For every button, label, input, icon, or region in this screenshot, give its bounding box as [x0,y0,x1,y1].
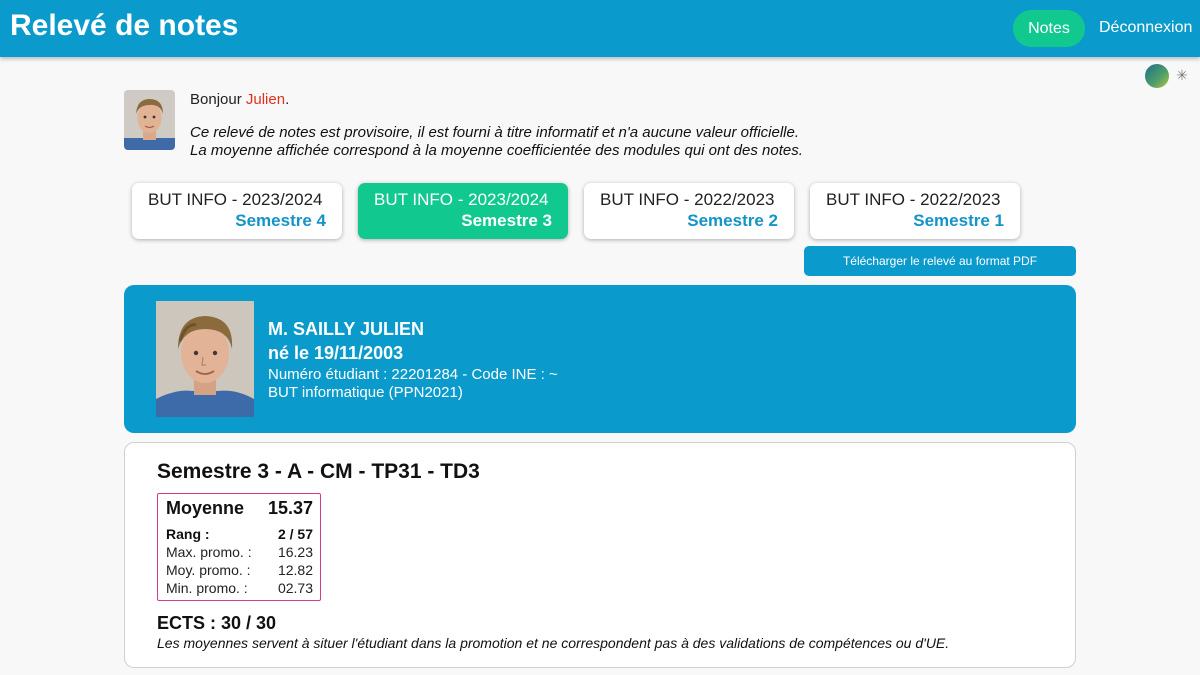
semester-tab-s4[interactable]: BUT INFO - 2023/2024 Semestre 4 [132,183,342,239]
student-identity-card: M. SAILLY JULIEN né le 19/11/2003 Numéro… [124,285,1076,433]
semester-tab-s2[interactable]: BUT INFO - 2022/2023 Semestre 2 [584,183,794,239]
student-program: BUT informatique (PPN2021) [268,384,463,401]
tab-formation: BUT INFO - 2022/2023 [826,190,1001,209]
student-photo [156,301,254,417]
top-bar: Relevé de notes Notes Déconnexion [0,0,1200,57]
rank-label: Rang : [166,526,210,542]
theme-toggle[interactable]: ✳ [1143,64,1193,88]
greeting-suffix: . [285,91,290,108]
disclaimer-line: La moyenne affichée correspond à la moye… [190,142,803,159]
student-numbers: Numéro étudiant : 22201284 - Code INE : … [268,366,558,383]
min-promo-value: 02.73 [277,580,313,596]
nav-notes-button[interactable]: Notes [1013,10,1085,47]
avatar [124,90,175,150]
average-label: Moyenne [166,498,245,518]
averages-note: Les moyennes servent à situer l'étudiant… [157,635,950,651]
tab-formation: BUT INFO - 2023/2024 [374,190,549,209]
min-promo-label: Min. promo. : [166,580,248,596]
min-promo-row: Min. promo. : 02.73 [166,579,313,597]
max-promo-value: 16.23 [277,544,313,560]
nav-logout-link[interactable]: Déconnexion [1099,19,1192,37]
app-title: Relevé de notes [10,9,239,42]
avg-promo-value: 12.82 [277,562,313,578]
student-birthdate: né le 19/11/2003 [268,343,404,363]
student-name: M. SAILLY JULIEN [268,319,425,339]
max-promo-row: Max. promo. : 16.23 [166,543,313,561]
semester-tab-s3[interactable]: BUT INFO - 2023/2024 Semestre 3 [358,183,568,239]
tab-semester: Semestre 3 [461,211,552,230]
disclaimer-line: Ce relevé de notes est provisoire, il es… [190,124,800,141]
semester-tab-s1[interactable]: BUT INFO - 2022/2023 Semestre 1 [810,183,1020,239]
greeting-name: Julien [245,91,286,108]
max-promo-label: Max. promo. : [166,544,252,560]
download-pdf-button[interactable]: Télécharger le relevé au format PDF [804,246,1076,276]
semester-title: Semestre 3 - A - CM - TP31 - TD3 [157,460,480,483]
tab-semester: Semestre 1 [913,211,1004,230]
loading-spinner-icon: ✳ [1176,67,1188,83]
rank-row: Rang : 2 / 57 [166,525,313,543]
semester-summary-card: Semestre 3 - A - CM - TP31 - TD3 Moyenne… [124,442,1076,668]
tab-semester: Semestre 4 [235,211,326,230]
average-box: Moyenne 15.37 Rang : 2 / 57 Max. promo. … [157,493,321,601]
disclaimer: Ce relevé de notes est provisoire, il es… [190,124,803,160]
average-row: Moyenne 15.37 [166,498,313,519]
average-value: 15.37 [267,498,313,518]
toggle-knob-icon [1145,64,1169,88]
tab-semester: Semestre 2 [687,211,778,230]
tab-formation: BUT INFO - 2023/2024 [148,190,323,209]
ects-total: ECTS : 30 / 30 [157,613,277,633]
greeting-prefix: Bonjour [190,91,246,108]
tab-formation: BUT INFO - 2022/2023 [600,190,775,209]
greeting: Bonjour Julien. [190,91,289,108]
rank-value: 2 / 57 [277,526,313,542]
avg-promo-row: Moy. promo. : 12.82 [166,561,313,579]
avg-promo-label: Moy. promo. : [166,562,251,578]
